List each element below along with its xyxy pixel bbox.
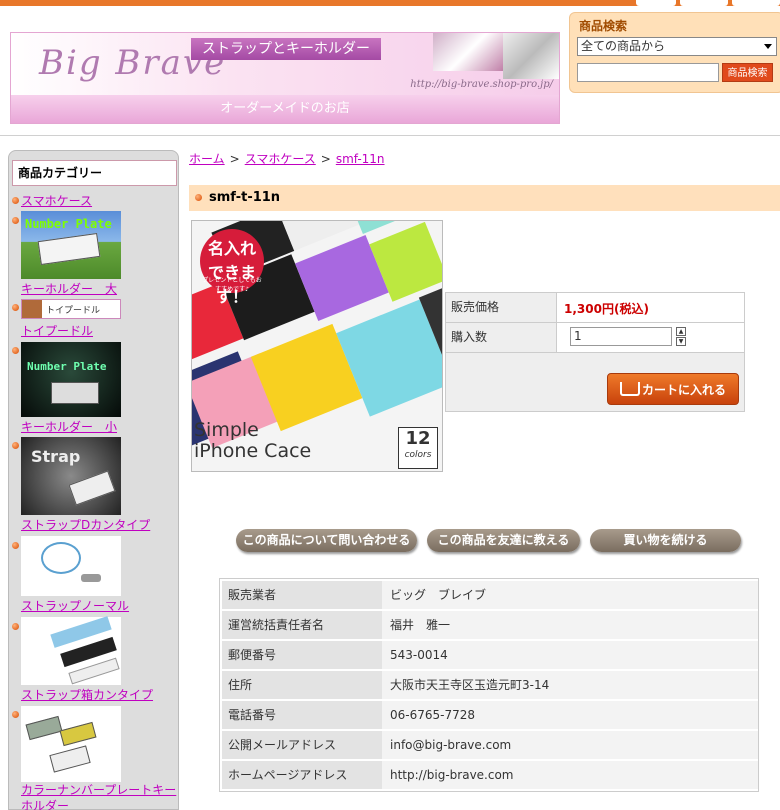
- add-to-cart-button[interactable]: カートに入れる: [607, 373, 739, 405]
- thumb-strap-box-kan[interactable]: [21, 616, 121, 685]
- sidebar-item-keyholder-small[interactable]: キーホルダー 小: [21, 418, 117, 435]
- add-to-cart-label: カートに入れる: [641, 383, 726, 397]
- seller-info-table: 販売業者 ビッグ ブレイブ 運営統括責任者名 福井 雅一 郵便番号 543-0014 …: [219, 578, 759, 792]
- product-title-bar: smf-t-11n: [189, 185, 780, 211]
- continue-shopping-button[interactable]: 買い物を続ける: [590, 529, 741, 552]
- sidebar-item-smartphone-case[interactable]: スマホケース: [21, 192, 92, 209]
- tell-friend-button[interactable]: この商品を友達に教える: [427, 529, 580, 552]
- search-button[interactable]: 商品検索: [722, 63, 773, 82]
- table-row: 公開メールアドレス info@big-brave.com: [222, 729, 758, 759]
- quantity-label: 購入数: [446, 323, 557, 352]
- thumb-toy-poodle[interactable]: トイプードル: [21, 299, 121, 319]
- table-row: 郵便番号 543-0014: [222, 639, 758, 669]
- sidebar-item-strap-normal[interactable]: ストラップノーマル: [21, 597, 129, 614]
- image-caption-line1: Simple: [194, 419, 259, 441]
- thumb-keyholder-large[interactable]: Number Plate: [21, 211, 121, 279]
- category-sidebar: 商品カテゴリー スマホケース Number Plate キーホルダー 大 トイプ…: [8, 150, 179, 810]
- bullet-icon: [12, 442, 19, 449]
- banner-phone-image: [433, 33, 503, 71]
- bullet-icon: [195, 194, 202, 201]
- sidebar-item-color-number-plate[interactable]: カラーナンバープレートキーホルダー: [21, 782, 178, 810]
- chevron-down-icon: [764, 44, 772, 49]
- image-color-count: 12: [405, 428, 431, 449]
- banner-keyring-image: [503, 33, 559, 79]
- search-category-value: 全ての商品から: [581, 39, 666, 53]
- bullet-icon: [12, 197, 19, 204]
- sidebar-item-toy-poodle[interactable]: トイプードル: [21, 322, 93, 339]
- bullet-icon: [12, 542, 19, 549]
- thumb-strap-normal[interactable]: [21, 536, 121, 596]
- site-banner[interactable]: Big Brave ストラップとキーホルダー http://big-brave.…: [10, 32, 560, 124]
- table-row: 販売業者 ビッグ ブレイブ: [222, 579, 758, 609]
- purchase-box: 販売価格 1,300円(税込) 購入数 1 ▲ ▼ カートに入れる: [445, 292, 745, 412]
- breadcrumb-category[interactable]: スマホケース: [245, 152, 316, 166]
- breadcrumb: ホーム > スマホケース > smf-11n: [189, 152, 385, 166]
- bullet-icon: [12, 217, 19, 224]
- table-row: 運営統括責任者名 福井 雅一: [222, 609, 758, 639]
- header-divider: [0, 135, 780, 136]
- thumb-color-number-plate[interactable]: [21, 706, 121, 782]
- inquiry-button[interactable]: この商品について問い合わせる: [236, 529, 417, 552]
- category-title: 商品カテゴリー: [12, 160, 177, 186]
- search-title: 商品検索: [579, 19, 628, 33]
- bullet-icon: [12, 304, 19, 311]
- product-image[interactable]: 名入れできます！ プレゼントとしてもおすすめです♪ Simple iPhone …: [191, 220, 443, 472]
- bullet-icon: [12, 347, 19, 354]
- sidebar-item-strap-d-kan[interactable]: ストラップDカンタイプ: [21, 516, 150, 533]
- stepper-down-icon[interactable]: ▼: [676, 337, 686, 346]
- quantity-stepper[interactable]: ▲ ▼: [676, 327, 686, 346]
- cart-icon: [620, 382, 640, 396]
- image-badge-sub: プレゼントとしてもおすすめです♪: [202, 277, 262, 293]
- breadcrumb-current[interactable]: smf-11n: [336, 152, 385, 166]
- banner-subtitle: オーダーメイドのお店: [11, 95, 559, 123]
- price-value: 1,300円(税込): [564, 302, 649, 316]
- price-row: 販売価格 1,300円(税込): [446, 293, 744, 323]
- stepper-up-icon[interactable]: ▲: [676, 327, 686, 336]
- table-row: 住所 大阪市天王寺区玉造元町3-14: [222, 669, 758, 699]
- banner-tagline: ストラップとキーホルダー: [191, 38, 381, 60]
- top-nav-links[interactable]: [636, 0, 780, 6]
- image-caption-line2: iPhone Cace: [194, 440, 312, 462]
- thumb-strap-d-kan[interactable]: Strap: [21, 437, 121, 515]
- sidebar-item-keyholder-large[interactable]: キーホルダー 大: [21, 280, 117, 297]
- price-label: 販売価格: [446, 293, 557, 322]
- sidebar-item-strap-box-kan[interactable]: ストラップ箱カンタイプ: [21, 686, 153, 703]
- product-title: smf-t-11n: [209, 190, 281, 205]
- search-input[interactable]: [577, 63, 719, 82]
- breadcrumb-home[interactable]: ホーム: [189, 152, 225, 166]
- bullet-icon: [12, 711, 19, 718]
- quantity-input[interactable]: 1: [570, 327, 672, 346]
- image-color-label: colors: [404, 450, 432, 460]
- product-search-box: 商品検索 全ての商品から 商品検索: [569, 12, 780, 93]
- image-badge: 名入れできます！: [207, 239, 256, 306]
- bullet-icon: [12, 623, 19, 630]
- banner-url: http://big-brave.shop-pro.jp/: [410, 79, 553, 90]
- table-row: ホームページアドレス http://big-brave.com: [222, 759, 758, 789]
- thumb-keyholder-small[interactable]: Number Plate: [21, 342, 121, 417]
- table-row: 電話番号 06-6765-7728: [222, 699, 758, 729]
- search-category-select[interactable]: 全ての商品から: [577, 37, 777, 56]
- quantity-row: 購入数 1 ▲ ▼: [446, 323, 744, 353]
